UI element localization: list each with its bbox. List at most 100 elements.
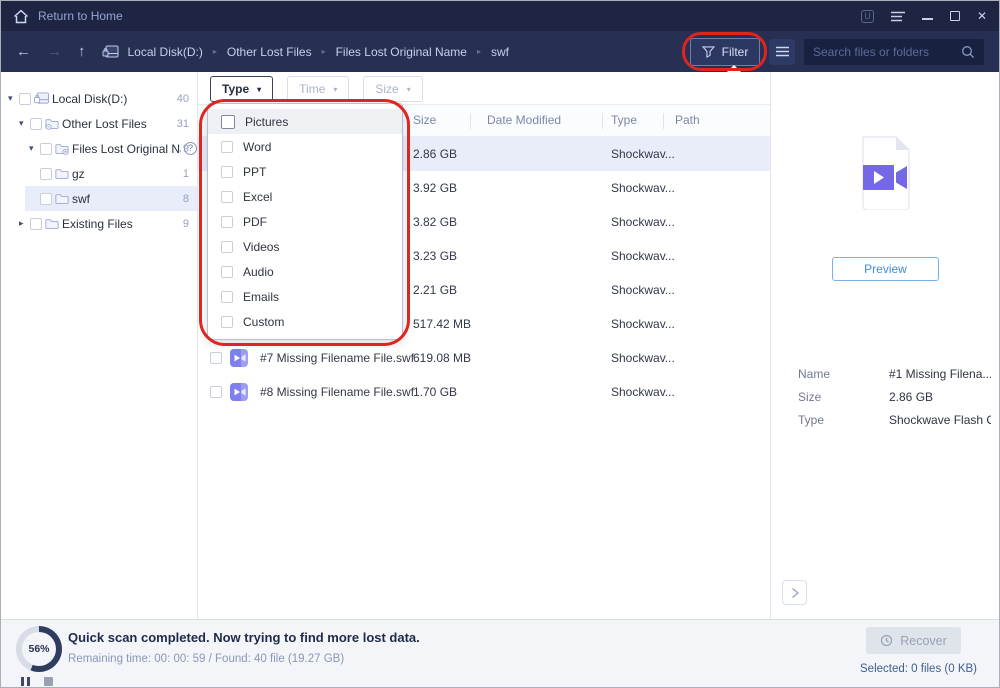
checkbox[interactable] (221, 141, 233, 153)
file-count-badge: 8 (183, 193, 189, 205)
view-options-button[interactable] (769, 39, 795, 65)
filter-type-button[interactable]: Type▾ (210, 76, 273, 102)
type-filter-dropdown: Pictures WordPPTExcel PDF Videos AudioEmails… (207, 103, 403, 340)
filter-option-label: PDF (243, 215, 267, 229)
maximize-button[interactable] (950, 11, 960, 21)
filter-option-label: Pictures (245, 115, 288, 129)
home-icon[interactable] (13, 9, 29, 24)
file-type: Shockwav... (611, 375, 675, 409)
scan-progress-ring: 56% (16, 626, 62, 672)
tree-item-label: Other Lost Files (62, 117, 147, 131)
tree-item-existing-files[interactable]: ▸Existing Files9 (1, 211, 197, 236)
content-area: ▾Local Disk(D:)40▾Other Lost Files31▾Fil… (1, 72, 999, 619)
folder-icon (45, 218, 59, 230)
checkbox[interactable] (221, 241, 233, 253)
checkbox[interactable] (40, 168, 52, 180)
chevron-down-icon[interactable]: ▾ (29, 143, 40, 154)
minimize-button[interactable] (922, 18, 933, 20)
filter-option-pictures[interactable]: Pictures (208, 109, 402, 134)
search-box[interactable] (804, 39, 984, 65)
folder-icon (55, 193, 69, 205)
filter-option-excel[interactable]: Excel (208, 184, 402, 209)
checkbox[interactable] (30, 218, 42, 230)
tree-item-other-lost-files[interactable]: ▾Other Lost Files31 (1, 111, 197, 136)
filter-option-emails[interactable]: Emails (208, 284, 402, 309)
checkbox[interactable] (221, 115, 235, 129)
column-header-path[interactable]: Path (675, 105, 700, 136)
file-count-badge: 40 (177, 93, 189, 105)
tree-item-files-lost-original-na[interactable]: ▾Files Lost Original Na...?9 (1, 136, 197, 161)
column-header-type[interactable]: Type (611, 105, 637, 136)
search-input[interactable] (813, 45, 961, 59)
filter-time-button[interactable]: Time▾ (287, 76, 349, 102)
checkbox[interactable] (221, 316, 233, 328)
checkbox[interactable] (30, 118, 42, 130)
checkbox[interactable] (221, 266, 233, 278)
breadcrumb: Local Disk(D:)▸Other Lost Files▸Files Lo… (128, 45, 510, 59)
column-header-size[interactable]: Size (413, 105, 436, 136)
scan-status: Quick scan completed. Now trying to find… (68, 630, 420, 645)
table-row[interactable]: #8 Missing Filename File.swf1.70 GBShock… (198, 375, 770, 409)
checkbox[interactable] (210, 386, 222, 398)
filter-option-ppt[interactable]: PPT (208, 159, 402, 184)
checkbox[interactable] (19, 93, 31, 105)
window-controls: U ✕ (861, 9, 987, 23)
tree-item-gz[interactable]: gz1 (1, 161, 197, 186)
breadcrumb-item-local-disk-d[interactable]: Local Disk(D:) (128, 45, 203, 59)
preview-button[interactable]: Preview (832, 257, 939, 281)
table-row[interactable]: #7 Missing Filename File.swf619.08 MBSho… (198, 341, 770, 375)
pause-button[interactable] (21, 677, 30, 686)
filter-option-label: Videos (243, 240, 279, 254)
file-size: 3.92 GB (413, 171, 457, 205)
up-button[interactable]: ↑ (78, 43, 86, 60)
video-file-icon (230, 383, 248, 401)
checkbox[interactable] (40, 143, 52, 155)
search-icon[interactable] (961, 45, 975, 59)
filter-option-custom[interactable]: Custom (208, 309, 402, 334)
titlebar: Return to Home U ✕ (1, 1, 999, 31)
checkbox[interactable] (210, 352, 222, 364)
checkbox[interactable] (221, 216, 233, 228)
tree-item-local-disk-d[interactable]: ▾Local Disk(D:)40 (1, 86, 197, 111)
navigation-bar: ← → ↑ Local Disk(D:)▸Other Lost Files▸Fi… (1, 31, 999, 72)
filter-option-pdf[interactable]: PDF (208, 209, 402, 234)
filter-button[interactable]: Filter (690, 38, 760, 66)
file-size: 3.23 GB (413, 239, 457, 273)
breadcrumb-separator-icon: ▸ (213, 47, 217, 56)
back-button[interactable]: ← (16, 43, 31, 60)
file-size: 517.42 MB (413, 307, 471, 341)
tree-item-swf[interactable]: swf8 (1, 186, 197, 211)
detail-value: 2.86 GB (889, 390, 933, 404)
recover-button[interactable]: Recover (866, 627, 961, 654)
return-home-button[interactable]: Return to Home (38, 9, 123, 23)
folder-original-name-icon (55, 143, 69, 155)
checkbox[interactable] (221, 191, 233, 203)
expand-panel-button[interactable] (782, 580, 807, 605)
detail-label: Name (798, 367, 889, 381)
chevron-down-icon: ▾ (407, 85, 411, 94)
filter-button-label: Size (375, 82, 398, 96)
chevron-right-icon[interactable]: ▸ (19, 218, 30, 229)
filter-option-audio[interactable]: Audio (208, 259, 402, 284)
checkbox[interactable] (221, 291, 233, 303)
filter-size-button[interactable]: Size ▾ (363, 76, 422, 102)
file-count-badge: 9 (183, 218, 189, 230)
chevron-down-icon[interactable]: ▾ (19, 118, 30, 129)
column-divider (470, 113, 471, 129)
detail-value: #1 Missing Filena... (889, 367, 991, 381)
breadcrumb-item-files-lost-original-name[interactable]: Files Lost Original Name (336, 45, 467, 59)
upgrade-icon[interactable]: U (861, 10, 874, 23)
forward-button[interactable]: → (47, 43, 62, 60)
column-header-date-modified[interactable]: Date Modified (487, 105, 561, 136)
close-button[interactable]: ✕ (977, 9, 987, 23)
filter-option-videos[interactable]: Videos (208, 234, 402, 259)
filter-option-word[interactable]: Word (208, 134, 402, 159)
menu-icon[interactable] (891, 9, 905, 23)
chevron-down-icon[interactable]: ▾ (8, 93, 19, 104)
breadcrumb-item-other-lost-files[interactable]: Other Lost Files (227, 45, 312, 59)
checkbox[interactable] (221, 166, 233, 178)
stop-button[interactable] (44, 677, 53, 686)
breadcrumb-item-swf[interactable]: swf (491, 45, 509, 59)
checkbox[interactable] (40, 193, 52, 205)
file-size: 2.86 GB (413, 137, 457, 171)
